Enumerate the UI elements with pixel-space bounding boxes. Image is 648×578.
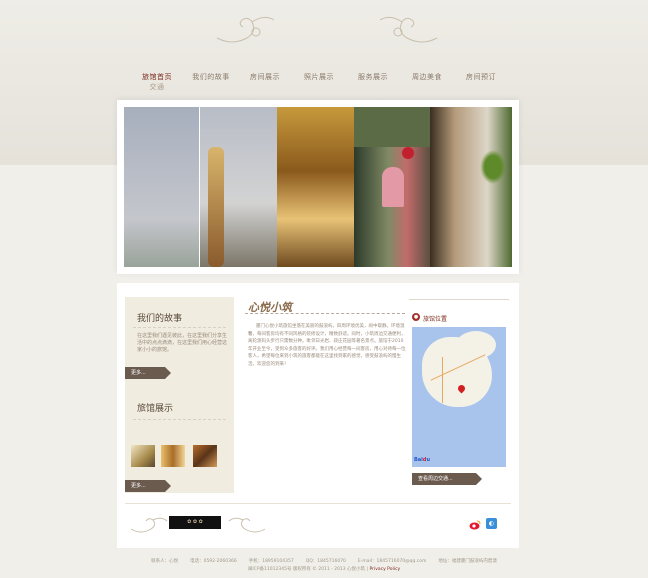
nav-item-photos[interactable]: 照片展示 (292, 72, 346, 96)
nav-item-home[interactable]: 旅馆首页 交通 (130, 72, 184, 96)
location-map[interactable]: Baidu (412, 327, 506, 467)
divider (125, 503, 511, 504)
room-thumbnail[interactable] (161, 445, 185, 467)
story-more-button[interactable]: 更多... (125, 367, 171, 379)
banner-photo-5[interactable] (430, 107, 512, 267)
story-text: 在这里我们遇见彼此，在这里我们分享生活中的点点滴滴，在这里我们用心经营这家小小的… (137, 333, 228, 353)
footer: 联系人：心悦 电话：0592-2060366 手机：18959104357 QQ… (0, 558, 648, 574)
footer-mobile: 手机：18959104357 (248, 559, 294, 564)
nav-label: 房间展示 (250, 73, 280, 81)
qq-icon[interactable]: ◐ (486, 518, 497, 529)
green-wall (354, 107, 430, 147)
footer-ornament-icon (228, 517, 266, 533)
banner-frame (117, 100, 519, 274)
story-heading: 我们的故事 (137, 314, 183, 324)
footer-qq: QQ：1845716070 (305, 559, 346, 564)
tree-trunk (208, 147, 224, 267)
divider (133, 419, 226, 420)
nav-label: 服务展示 (358, 73, 388, 81)
footer-copyright: 闽ICP备11012345号 版权所有 © 2011 - 2013 心悦小筑 (247, 567, 366, 572)
footer-contact: 联系人：心悦 (151, 559, 179, 564)
content-area: 我们的故事 在这里我们遇见彼此，在这里我们分享生活中的点点滴滴，在这里我们用心经… (117, 283, 519, 548)
banner-photo-1[interactable] (124, 107, 200, 267)
nav-item-food[interactable]: 周边美食 (400, 72, 454, 96)
divider (245, 313, 405, 314)
route-button[interactable]: 查看周边交通... (412, 473, 482, 485)
divider (133, 327, 226, 328)
room-thumbnail[interactable] (193, 445, 217, 467)
ornament-right-icon (379, 16, 438, 43)
map-road (442, 357, 443, 403)
privacy-policy-link[interactable]: Privacy Policy (369, 567, 400, 572)
red-flowers (398, 143, 418, 163)
nav-label: 照片展示 (304, 73, 334, 81)
footer-address: 地址：福建厦门鼓浪屿内厝澳 (438, 559, 497, 564)
banner-photo-2[interactable] (200, 107, 277, 267)
sidebar: 我们的故事 在这里我们遇见彼此，在这里我们分享生活中的点点滴滴，在这里我们用心经… (125, 297, 234, 493)
photo-banner[interactable] (124, 107, 512, 267)
nav-item-services[interactable]: 服务展示 (346, 72, 400, 96)
banner-photo-3[interactable] (277, 107, 354, 267)
nav-item-rooms[interactable]: 房间展示 (238, 72, 292, 96)
room-thumbnail[interactable] (131, 445, 155, 467)
footer-phone: 电话：0592-2060366 (190, 559, 237, 564)
painted-dress (382, 167, 404, 207)
nav-label: 周边美食 (412, 73, 442, 81)
map-land (456, 331, 496, 359)
footer-ornament-icon (130, 517, 168, 533)
nav-label: 我们的故事 (192, 73, 230, 81)
nav-item-story[interactable]: 我们的故事 (184, 72, 238, 96)
nav-label: 房间预订 (466, 73, 496, 81)
nav-item-booking[interactable]: 房间预订 (454, 72, 508, 96)
ornament-left-icon (216, 16, 275, 43)
footer-copyright-row: 闽ICP备11012345号 版权所有 © 2011 - 2013 心悦小筑 |… (247, 567, 401, 572)
rooms-more-button[interactable]: 更多... (125, 480, 171, 492)
location-heading: 旅馆位置 (423, 316, 448, 323)
weibo-icon[interactable] (469, 519, 481, 530)
nav-sublabel[interactable]: 交通 (130, 82, 184, 92)
baidu-logo: Baidu (414, 457, 431, 463)
nav-label: 旅馆首页 (142, 73, 172, 81)
plant (478, 147, 508, 187)
footer-contact-row: 联系人：心悦 电话：0592-2060366 手机：18959104357 QQ… (0, 558, 648, 566)
footer-logo: ✿ ✿ ✿ (169, 516, 221, 529)
location-pin-icon: ● (412, 313, 420, 321)
intro-text: 厦门心悦小筑旅馆坐落在美丽的鼓浪屿，四周环境优美，闹中取静。环境温馨，每间客房均… (248, 324, 406, 367)
divider (409, 299, 509, 300)
main-nav: 旅馆首页 交通 我们的故事 房间展示 照片展示 服务展示 周边美食 房间预订 (130, 72, 510, 96)
rooms-heading: 旅馆展示 (137, 404, 174, 414)
footer-email[interactable]: E-mail：1845716070@qq.com (358, 558, 427, 566)
banner-photo-4[interactable] (354, 107, 430, 267)
